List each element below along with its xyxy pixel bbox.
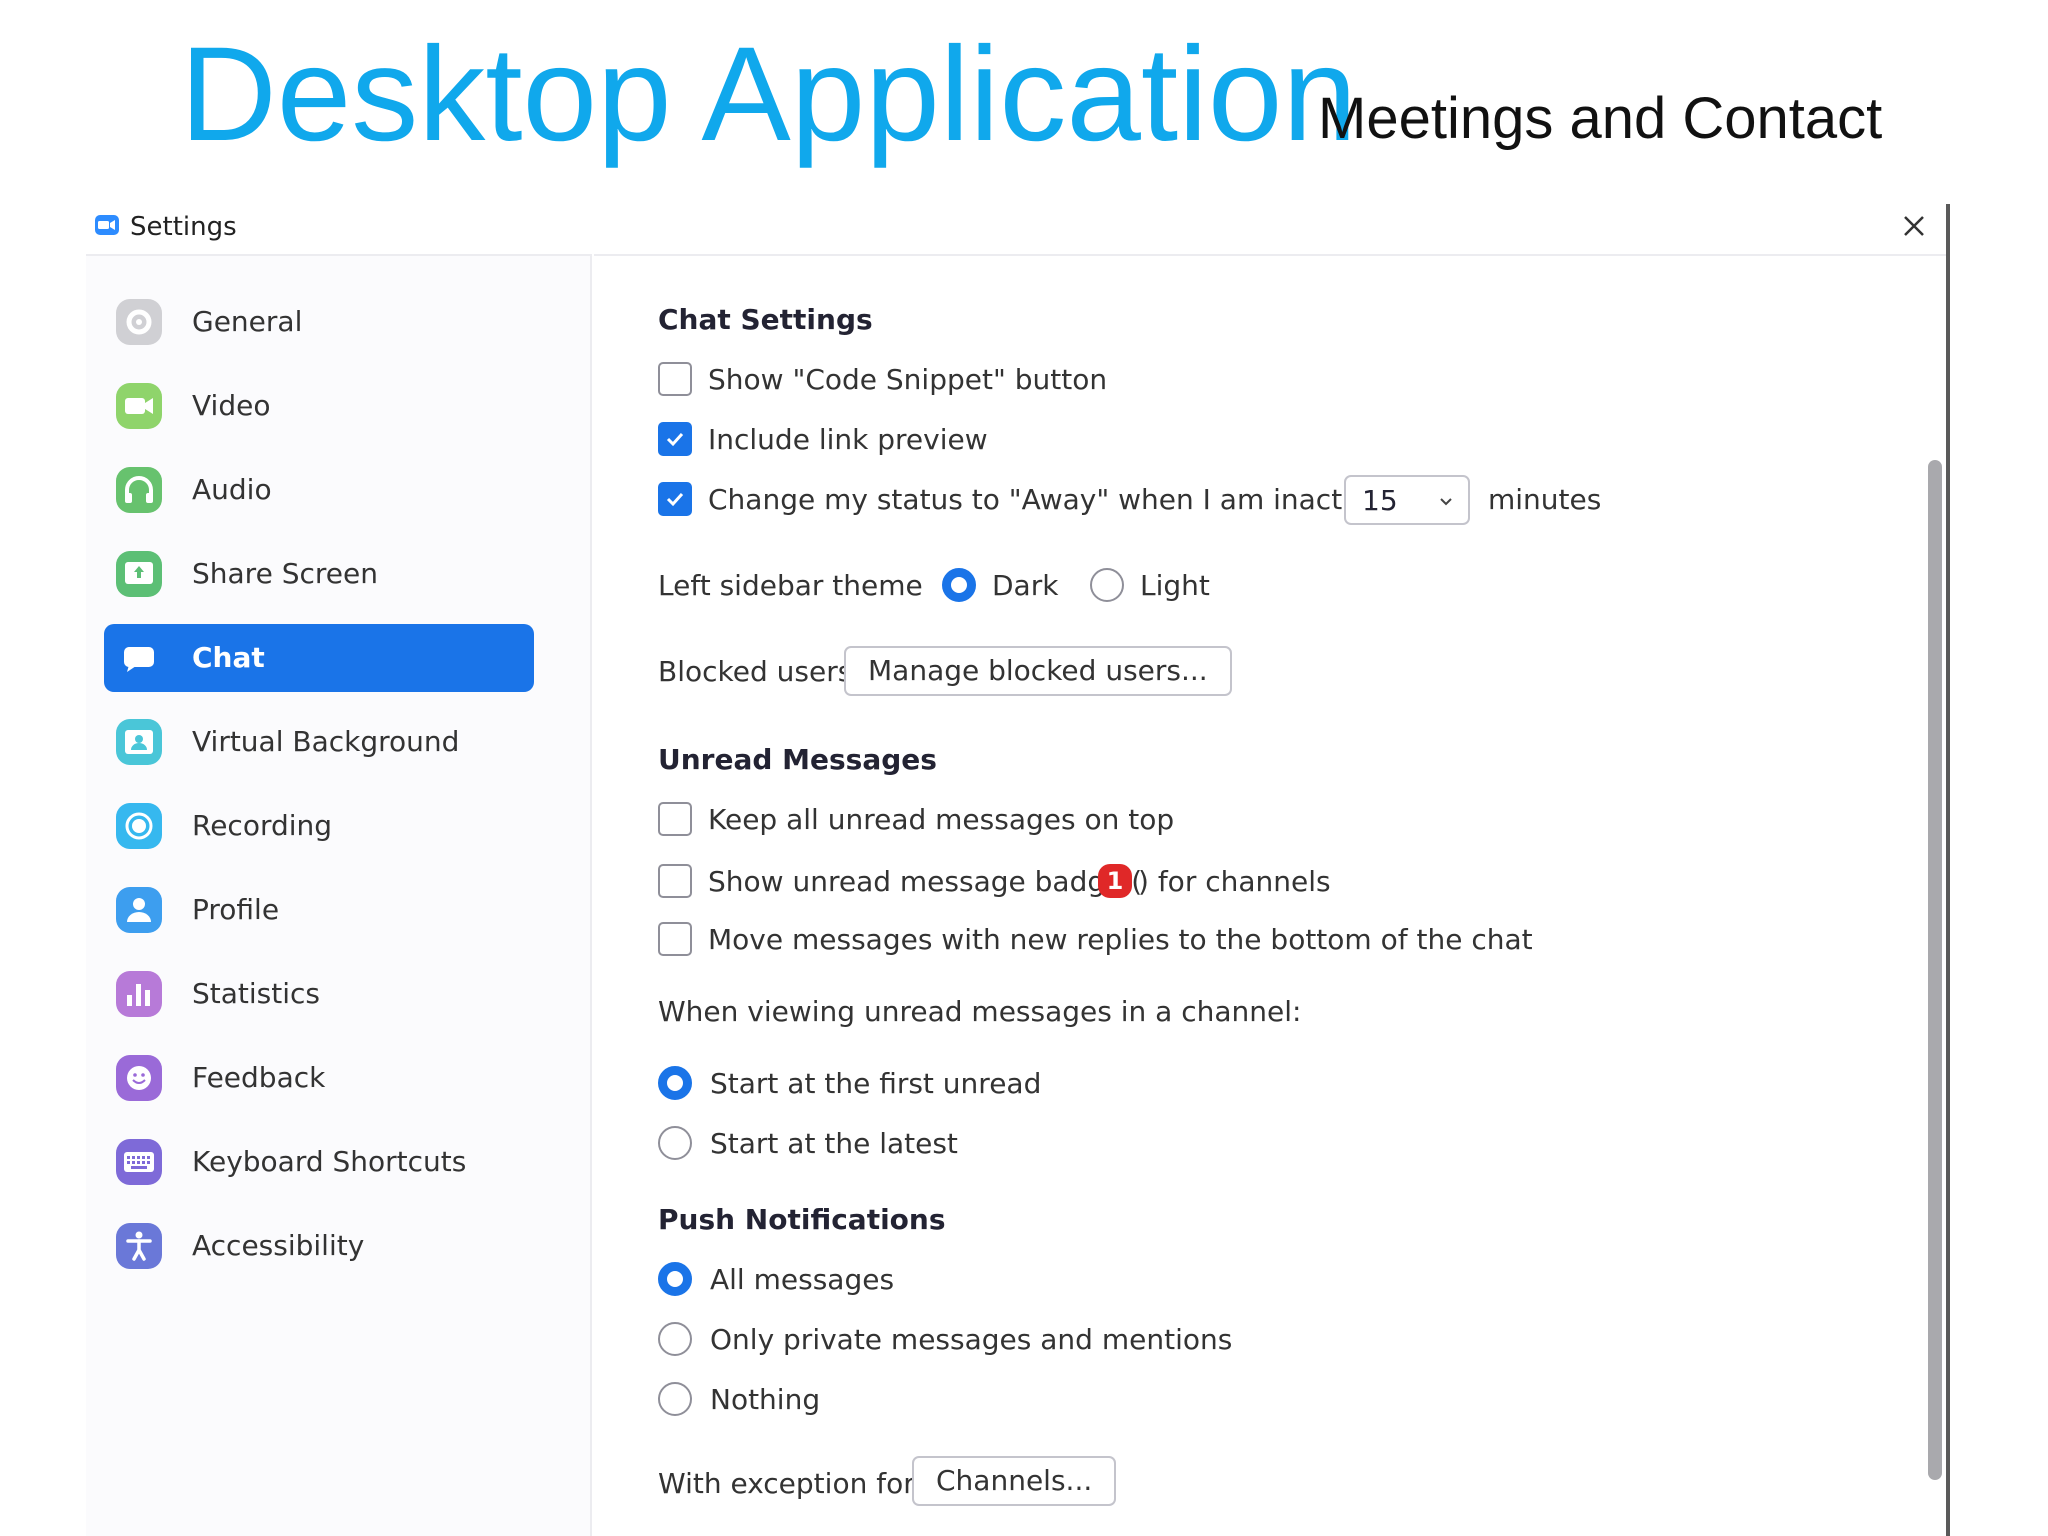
- virtual-background-icon: [114, 717, 164, 767]
- feedback-icon: [114, 1053, 164, 1103]
- unread-badge-label-after: ) for channels: [1138, 865, 1331, 898]
- unread-messages-heading: Unread Messages: [658, 743, 937, 776]
- sidebar-item-label: Video: [192, 389, 271, 422]
- gear-icon: [114, 297, 164, 347]
- push-nothing-label: Nothing: [710, 1383, 821, 1416]
- link-preview-checkbox[interactable]: [658, 422, 692, 456]
- minutes-label: minutes: [1488, 483, 1602, 516]
- sidebar-theme-label: Left sidebar theme: [658, 569, 923, 602]
- move-replies-label: Move messages with new replies to the bo…: [708, 923, 1533, 956]
- chevron-down-icon: [1438, 493, 1454, 512]
- unread-count-badge: 1: [1098, 864, 1132, 898]
- viewing-unread-label: When viewing unread messages in a channe…: [658, 995, 1302, 1028]
- window-edge: [1946, 204, 1950, 1536]
- profile-icon: [114, 885, 164, 935]
- slide-subtitle: Meetings and Contact: [1318, 86, 1883, 151]
- push-private-mentions-label: Only private messages and mentions: [710, 1323, 1233, 1356]
- move-replies-checkbox[interactable]: [658, 922, 692, 956]
- sidebar-item-statistics[interactable]: Statistics: [104, 960, 534, 1028]
- settings-window: Settings General Video Audio Share Scree…: [86, 204, 1952, 1536]
- push-all-messages-label: All messages: [710, 1263, 895, 1296]
- sidebar-item-label: Keyboard Shortcuts: [192, 1145, 467, 1178]
- away-status-checkbox[interactable]: [658, 482, 692, 516]
- keep-unread-on-top-checkbox[interactable]: [658, 802, 692, 836]
- vertical-scrollbar[interactable]: [1928, 460, 1942, 1480]
- unread-badge-checkbox[interactable]: [658, 864, 692, 898]
- chat-settings-panel: Chat Settings Show "Code Snippet" button…: [594, 254, 1946, 1536]
- settings-sidebar: General Video Audio Share Screen Chat Vi…: [86, 254, 592, 1536]
- keep-unread-on-top-label: Keep all unread messages on top: [708, 803, 1175, 836]
- push-private-mentions-radio[interactable]: [658, 1322, 692, 1356]
- away-status-label: Change my status to "Away" when I am ina…: [708, 483, 1432, 516]
- blocked-users-label: Blocked users: [658, 655, 853, 688]
- sidebar-item-label: Statistics: [192, 977, 320, 1010]
- push-all-messages-radio[interactable]: [658, 1262, 692, 1296]
- slide-title: Desktop Application: [180, 20, 1357, 169]
- sidebar-item-label: Accessibility: [192, 1229, 365, 1262]
- title-bar: Settings: [86, 204, 1952, 252]
- inactive-minutes-value: 15: [1362, 484, 1398, 517]
- start-latest-radio[interactable]: [658, 1126, 692, 1160]
- code-snippet-checkbox[interactable]: [658, 362, 692, 396]
- accessibility-icon: [114, 1221, 164, 1271]
- code-snippet-label: Show "Code Snippet" button: [708, 363, 1108, 396]
- sidebar-item-label: Profile: [192, 893, 280, 926]
- sidebar-item-video[interactable]: Video: [104, 372, 534, 440]
- sidebar-item-accessibility[interactable]: Accessibility: [104, 1212, 534, 1280]
- chat-settings-heading: Chat Settings: [658, 303, 873, 336]
- theme-light-label: Light: [1140, 569, 1210, 602]
- share-screen-icon: [114, 549, 164, 599]
- start-first-unread-label: Start at the first unread: [710, 1067, 1042, 1100]
- exception-label: With exception for: [658, 1467, 915, 1500]
- sidebar-item-label: Virtual Background: [192, 725, 460, 758]
- theme-dark-radio[interactable]: [942, 568, 976, 602]
- inactive-minutes-select[interactable]: 15: [1344, 475, 1470, 525]
- sidebar-item-label: Recording: [192, 809, 333, 842]
- statistics-icon: [114, 969, 164, 1019]
- push-notifications-heading: Push Notifications: [658, 1203, 946, 1236]
- push-nothing-radio[interactable]: [658, 1382, 692, 1416]
- sidebar-item-keyboard-shortcuts[interactable]: Keyboard Shortcuts: [104, 1128, 534, 1196]
- sidebar-item-chat[interactable]: Chat: [104, 624, 534, 692]
- sidebar-item-label: Feedback: [192, 1061, 326, 1094]
- theme-dark-label: Dark: [992, 569, 1059, 602]
- sidebar-item-general[interactable]: General: [104, 288, 534, 356]
- sidebar-item-virtual-background[interactable]: Virtual Background: [104, 708, 534, 776]
- sidebar-item-audio[interactable]: Audio: [104, 456, 534, 524]
- theme-light-radio[interactable]: [1090, 568, 1124, 602]
- link-preview-label: Include link preview: [708, 423, 988, 456]
- sidebar-item-label: Chat: [192, 641, 265, 674]
- start-latest-label: Start at the latest: [710, 1127, 958, 1160]
- keyboard-icon: [114, 1137, 164, 1187]
- sidebar-item-share-screen[interactable]: Share Screen: [104, 540, 534, 608]
- chat-bubble-icon: [114, 633, 164, 683]
- channels-button[interactable]: Channels...: [912, 1456, 1117, 1506]
- manage-blocked-users-button[interactable]: Manage blocked users...: [844, 646, 1232, 696]
- video-camera-icon: [114, 381, 164, 431]
- sidebar-item-label: Audio: [192, 473, 272, 506]
- sidebar-item-recording[interactable]: Recording: [104, 792, 534, 860]
- sidebar-item-profile[interactable]: Profile: [104, 876, 534, 944]
- close-icon[interactable]: [1896, 208, 1932, 244]
- sidebar-item-label: Share Screen: [192, 557, 378, 590]
- sidebar-item-feedback[interactable]: Feedback: [104, 1044, 534, 1112]
- unread-badge-label-before: Show unread message badge (: [708, 865, 1143, 898]
- zoom-app-icon: [94, 212, 120, 238]
- sidebar-item-label: General: [192, 305, 303, 338]
- window-title: Settings: [130, 212, 237, 242]
- start-first-unread-radio[interactable]: [658, 1066, 692, 1100]
- recording-icon: [114, 801, 164, 851]
- headphones-icon: [114, 465, 164, 515]
